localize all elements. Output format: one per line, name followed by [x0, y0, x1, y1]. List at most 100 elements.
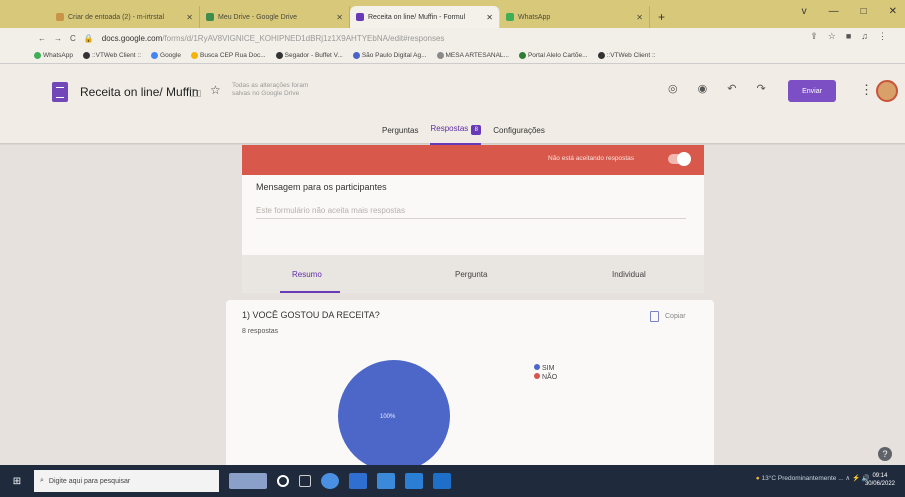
bookmark-favicon	[190, 52, 198, 59]
bookmark-favicon	[34, 52, 41, 59]
legend-swatch	[534, 373, 540, 379]
browser-tab-1[interactable]: Criar de entoada (2) - m-irtrstal ✕	[50, 6, 200, 28]
url-path: /forms/d/1RyAV8VIGNICE_KOHIPNED1dBRj1z1X…	[162, 33, 445, 43]
bookmark-label: WhatsApp	[43, 52, 73, 59]
tab-responses[interactable]: Respostas 8	[430, 124, 482, 145]
bookmark-favicon	[436, 52, 444, 59]
task-view-icon[interactable]	[299, 475, 311, 487]
bookmark-item[interactable]: São Paulo Digital Ag...	[352, 52, 427, 59]
window-close-icon[interactable]: ✕	[889, 6, 897, 17]
back-icon[interactable]: ←	[38, 34, 46, 43]
minimize-icon[interactable]: —	[829, 6, 839, 17]
tab-search-icon[interactable]: v	[802, 6, 807, 17]
tab-favicon	[356, 13, 364, 21]
bookmark-label: Google	[160, 52, 181, 59]
bookmark-label: Segador - Buffet V...	[284, 52, 343, 59]
header-actions: ◎ ◉ ↶ ↷	[668, 82, 766, 95]
star-icon[interactable]: ☆	[210, 83, 221, 97]
tab-questions[interactable]: Perguntas	[382, 126, 418, 143]
close-icon[interactable]: ✕	[486, 13, 493, 22]
bookmark-favicon	[352, 52, 360, 59]
form-title[interactable]: Receita on line/ Muffin	[80, 85, 199, 99]
explorer-icon[interactable]	[405, 473, 423, 489]
move-folder-icon[interactable]: 🗀	[190, 85, 201, 104]
search-placeholder: Digite aqui para pesquisar	[48, 477, 131, 485]
bookmark-favicon	[518, 52, 526, 59]
share-icon[interactable]: ⇪	[810, 31, 818, 42]
help-icon[interactable]: ?	[878, 447, 892, 461]
forward-icon[interactable]: →	[54, 34, 62, 43]
tab-settings[interactable]: Configurações	[493, 126, 545, 143]
accepting-responses-toggle[interactable]	[668, 152, 691, 166]
not-accepting-banner	[242, 145, 704, 175]
bookmark-item[interactable]: ::VTWeb Client ::	[83, 52, 141, 59]
avatar[interactable]	[876, 80, 898, 102]
bookmark-label: ::VTWeb Client ::	[92, 52, 142, 59]
bookmark-item[interactable]: MESA ARTESANAL...	[436, 52, 509, 59]
bookmark-label: Portal Alelo Cartõe...	[527, 52, 588, 59]
window-controls: v — □ ✕	[802, 6, 897, 17]
undo-icon[interactable]: ↶	[727, 82, 736, 95]
redo-icon[interactable]: ↷	[756, 82, 765, 95]
chrome-taskbar-icon[interactable]	[321, 473, 339, 489]
bookmark-label: ::VTWeb Client ::	[606, 52, 656, 59]
bookmark-item[interactable]: Google	[151, 52, 181, 59]
message-field[interactable]: Este formulário não aceita mais resposta…	[256, 206, 405, 215]
copy-chart-button[interactable]: Copiar	[650, 311, 686, 322]
tab-favicon	[206, 13, 214, 21]
mail-icon[interactable]	[349, 473, 367, 489]
widget-icon[interactable]	[229, 473, 267, 489]
tab-question[interactable]: Pergunta	[455, 270, 487, 279]
bookmark-item[interactable]: Segador - Buffet V...	[275, 52, 343, 59]
url-field[interactable]: docs.google.com/forms/d/1RyAV8VIGNICE_KO…	[102, 34, 445, 43]
tab-individual[interactable]: Individual	[612, 270, 646, 279]
legend-swatch	[534, 364, 540, 370]
bookmark-label: Busca CEP Rua Doc...	[199, 52, 266, 59]
browser-tab-4[interactable]: WhatsApp ✕	[500, 6, 650, 28]
palette-icon[interactable]: ◎	[668, 82, 678, 95]
url-host: docs.google.com	[101, 33, 163, 43]
close-icon[interactable]: ✕	[186, 13, 193, 22]
tab-responses-label: Respostas	[430, 124, 469, 133]
bookmark-label: São Paulo Digital Ag...	[361, 52, 427, 59]
lock-icon: 🔒	[83, 33, 94, 43]
store-icon[interactable]	[377, 473, 395, 489]
browser-tab-3[interactable]: Receita on line/ Muffin - Formul ✕	[350, 6, 500, 28]
bookmark-item[interactable]: Busca CEP Rua Doc...	[190, 52, 266, 59]
bookmark-item[interactable]: Portal Alelo Cartõe...	[518, 52, 588, 59]
bookmark-favicon	[151, 52, 159, 59]
extension-icon[interactable]: ■	[846, 31, 851, 42]
question-summary-card	[226, 300, 714, 470]
response-count: 8 respostas	[242, 328, 279, 335]
message-underline	[256, 218, 686, 219]
reload-icon[interactable]: C	[70, 34, 76, 43]
start-icon[interactable]: ⊞	[0, 465, 34, 497]
legend-item-nao: NÃO	[534, 373, 557, 382]
new-tab-button[interactable]: +	[658, 6, 665, 28]
legend-label: SIM	[542, 365, 555, 372]
forms-logo-icon[interactable]	[52, 82, 68, 102]
browser-tab-strip: Criar de entoada (2) - m-irtrstal ✕ Meu D…	[0, 0, 905, 28]
copy-icon	[650, 311, 659, 322]
maximize-icon[interactable]: □	[861, 6, 867, 17]
cortana-icon[interactable]	[277, 475, 289, 487]
eye-icon[interactable]: ◉	[698, 82, 708, 95]
tab-summary[interactable]: Resumo	[292, 270, 322, 279]
time: 09:14	[872, 473, 888, 479]
browser-tab-2[interactable]: Meu Drive - Google Drive ✕	[200, 6, 350, 28]
system-tray[interactable]: ● 13°C Predominantemente ... ∧ ⚡ 🔊	[756, 474, 870, 482]
close-icon[interactable]: ✕	[336, 13, 343, 22]
message-label: Mensagem para os participantes	[256, 182, 387, 192]
browser-menu-icon[interactable]: ⋮	[878, 31, 887, 42]
bookmark-item[interactable]: ::VTWeb Client ::	[597, 52, 656, 59]
bookmark-item[interactable]: WhatsApp	[34, 52, 73, 59]
bookmark-star-icon[interactable]: ☆	[828, 31, 836, 42]
outlook-icon[interactable]	[433, 473, 451, 489]
close-icon[interactable]: ✕	[636, 13, 643, 22]
media-icon[interactable]: ♫	[861, 31, 868, 42]
send-button[interactable]: Enviar	[788, 80, 836, 102]
saved-status[interactable]: Todas as alterações foram salvas no Goog…	[232, 82, 322, 98]
more-vert-icon[interactable]: ⋮	[860, 82, 873, 98]
taskbar-search[interactable]: ⌕ Digite aqui para pesquisar	[34, 470, 219, 492]
clock[interactable]: 09:14 30/06/2022	[865, 472, 895, 488]
